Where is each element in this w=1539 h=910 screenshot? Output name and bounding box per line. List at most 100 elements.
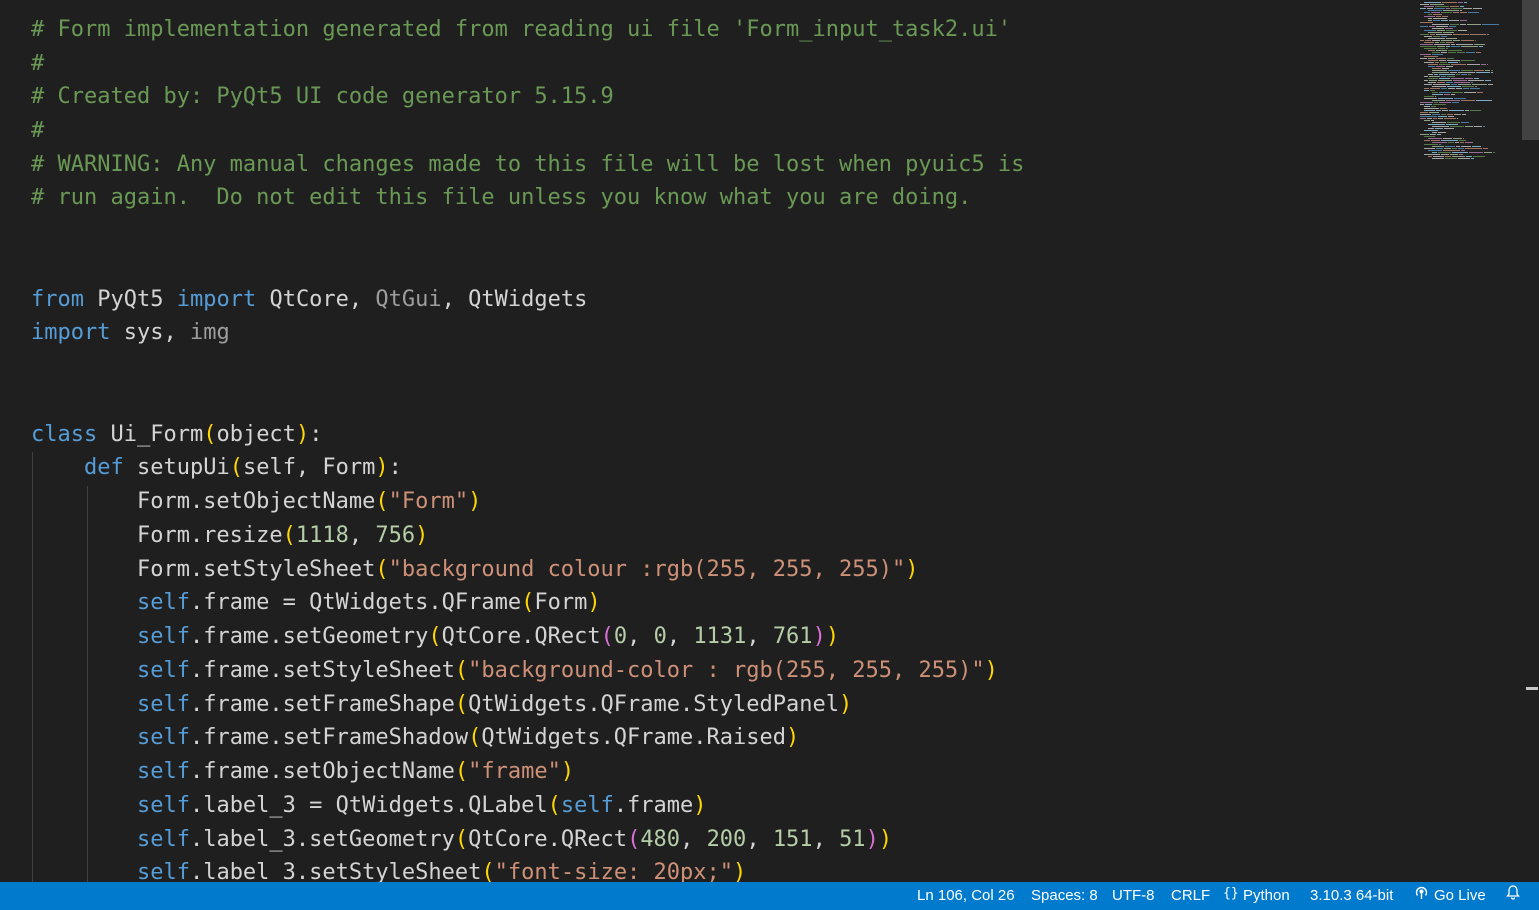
minimap-line xyxy=(1432,100,1445,101)
code-token-comment: # Created by: PyQt5 UI code generator 5.… xyxy=(31,84,614,109)
minimap-line xyxy=(1424,108,1439,109)
minimap-line xyxy=(1436,148,1443,149)
code-line: self.label_3 = QtWidgets.QLabel(self.fra… xyxy=(31,789,707,823)
code-token-plain: sys, xyxy=(110,320,190,345)
minimap-line xyxy=(1447,86,1461,87)
code-token-plain: .frame = QtWidgets.QFrame xyxy=(189,590,522,615)
minimap-line xyxy=(1428,50,1435,51)
minimap-line xyxy=(1438,152,1451,153)
minimap-line xyxy=(1428,14,1432,15)
minimap-line xyxy=(1424,12,1430,13)
notifications-button[interactable] xyxy=(1505,882,1526,910)
encoding-setting[interactable]: UTF-8 xyxy=(1112,882,1155,910)
minimap-line xyxy=(1438,132,1446,133)
minimap-line xyxy=(1442,110,1448,111)
minimap-line xyxy=(1432,114,1440,115)
indentation-setting[interactable]: Spaces: 8 xyxy=(1031,882,1098,910)
minimap-line xyxy=(1439,102,1451,103)
go-live-button[interactable]: Go Live xyxy=(1414,882,1486,910)
language-mode[interactable]: {} Python xyxy=(1223,882,1290,910)
minimap-line xyxy=(1441,114,1446,115)
scrollbar-thumb[interactable] xyxy=(1522,0,1539,140)
code-line: # Created by: PyQt5 UI code generator 5.… xyxy=(31,80,614,114)
minimap-line xyxy=(1467,24,1481,25)
minimap-line xyxy=(1446,48,1448,49)
minimap-line xyxy=(1430,34,1435,35)
go-live-label: Go Live xyxy=(1434,887,1486,904)
minimap-line xyxy=(1493,152,1495,153)
code-token-keyword: self xyxy=(136,658,190,683)
code-line: # Form implementation generated from rea… xyxy=(31,13,1011,47)
minimap-line xyxy=(1481,64,1486,65)
minimap-line xyxy=(1450,24,1459,25)
minimap-line xyxy=(1472,146,1481,147)
minimap-line xyxy=(1443,32,1454,33)
minimap-line xyxy=(1437,134,1441,135)
code-token-plain: : xyxy=(309,422,323,447)
minimap-line xyxy=(1437,82,1445,83)
minimap-line xyxy=(1450,154,1458,155)
minimap-line xyxy=(1420,4,1429,5)
minimap-line xyxy=(1420,58,1427,59)
minimap-line xyxy=(1456,74,1460,75)
minimap-line xyxy=(1427,118,1432,119)
code-token-string: "background-color : rgb(255, 255, 255)" xyxy=(468,658,985,683)
code-token-plain: QtWidgets.QFrame.Raised xyxy=(481,725,786,750)
minimap-line xyxy=(1433,14,1442,15)
vertical-scrollbar[interactable] xyxy=(1522,0,1539,882)
code-token-plain: setupUi xyxy=(136,455,230,480)
minimap-line xyxy=(1435,62,1439,63)
code-token-string: "font-size: 20px;" xyxy=(494,860,734,882)
minimap-line xyxy=(1424,88,1429,89)
minimap-line xyxy=(1436,16,1441,17)
minimap-line xyxy=(1446,30,1457,31)
minimap-line xyxy=(1457,52,1465,53)
minimap-line xyxy=(1449,110,1464,111)
code-line: # run again. Do not edit this file unles… xyxy=(31,181,971,215)
minimap-line xyxy=(1420,102,1433,103)
minimap-line xyxy=(1429,26,1435,27)
minimap-line xyxy=(1461,46,1478,47)
minimap-line xyxy=(1474,44,1485,45)
minimap-line xyxy=(1461,150,1465,151)
minimap-line xyxy=(1441,52,1447,53)
code-line: self.frame.setStyleSheet("background-col… xyxy=(31,654,998,688)
minimap-line xyxy=(1474,126,1482,127)
minimap-line xyxy=(1458,84,1471,85)
code-token-comment: # xyxy=(31,51,45,76)
minimap-line xyxy=(1425,40,1431,41)
end-of-line-setting[interactable]: CRLF xyxy=(1171,882,1210,910)
code-token-plain: .frame.setFrameShape xyxy=(189,692,455,717)
minimap-line xyxy=(1465,148,1482,149)
minimap-line xyxy=(1428,10,1442,11)
minimap-line xyxy=(1424,76,1428,77)
minimap-line xyxy=(1424,130,1438,131)
code-token-bracket2: ( xyxy=(600,624,614,649)
minimap-line xyxy=(1460,142,1464,143)
code-token-plain: QtWidgets.QFrame.StyledPanel xyxy=(468,692,839,717)
minimap-line xyxy=(1446,100,1460,101)
minimap-line xyxy=(1436,50,1447,51)
minimap-line xyxy=(1484,152,1492,153)
code-token-plain: PyQt5 xyxy=(97,287,164,312)
language-mode-label: Python xyxy=(1243,887,1290,904)
minimap[interactable] xyxy=(1416,0,1522,882)
minimap-line xyxy=(1464,2,1467,3)
minimap-line xyxy=(1428,156,1432,157)
code-token-bracket1: ) xyxy=(587,590,601,615)
cursor-position[interactable]: Ln 106, Col 26 xyxy=(917,882,1015,910)
minimap-line xyxy=(1485,80,1491,81)
minimap-line xyxy=(1466,52,1475,53)
code-token-bracket1: ) xyxy=(468,489,482,514)
minimap-line xyxy=(1451,44,1455,45)
code-token-bracket1: ) xyxy=(786,725,800,750)
minimap-line xyxy=(1428,66,1435,67)
broadcast-icon xyxy=(1414,882,1429,910)
code-token-bracket1: ) xyxy=(295,422,310,447)
minimap-line xyxy=(1432,92,1438,93)
minimap-line xyxy=(1420,104,1424,105)
code-editor[interactable]: # Form implementation generated from rea… xyxy=(0,0,1416,882)
python-interpreter[interactable]: 3.10.3 64-bit xyxy=(1310,882,1393,910)
